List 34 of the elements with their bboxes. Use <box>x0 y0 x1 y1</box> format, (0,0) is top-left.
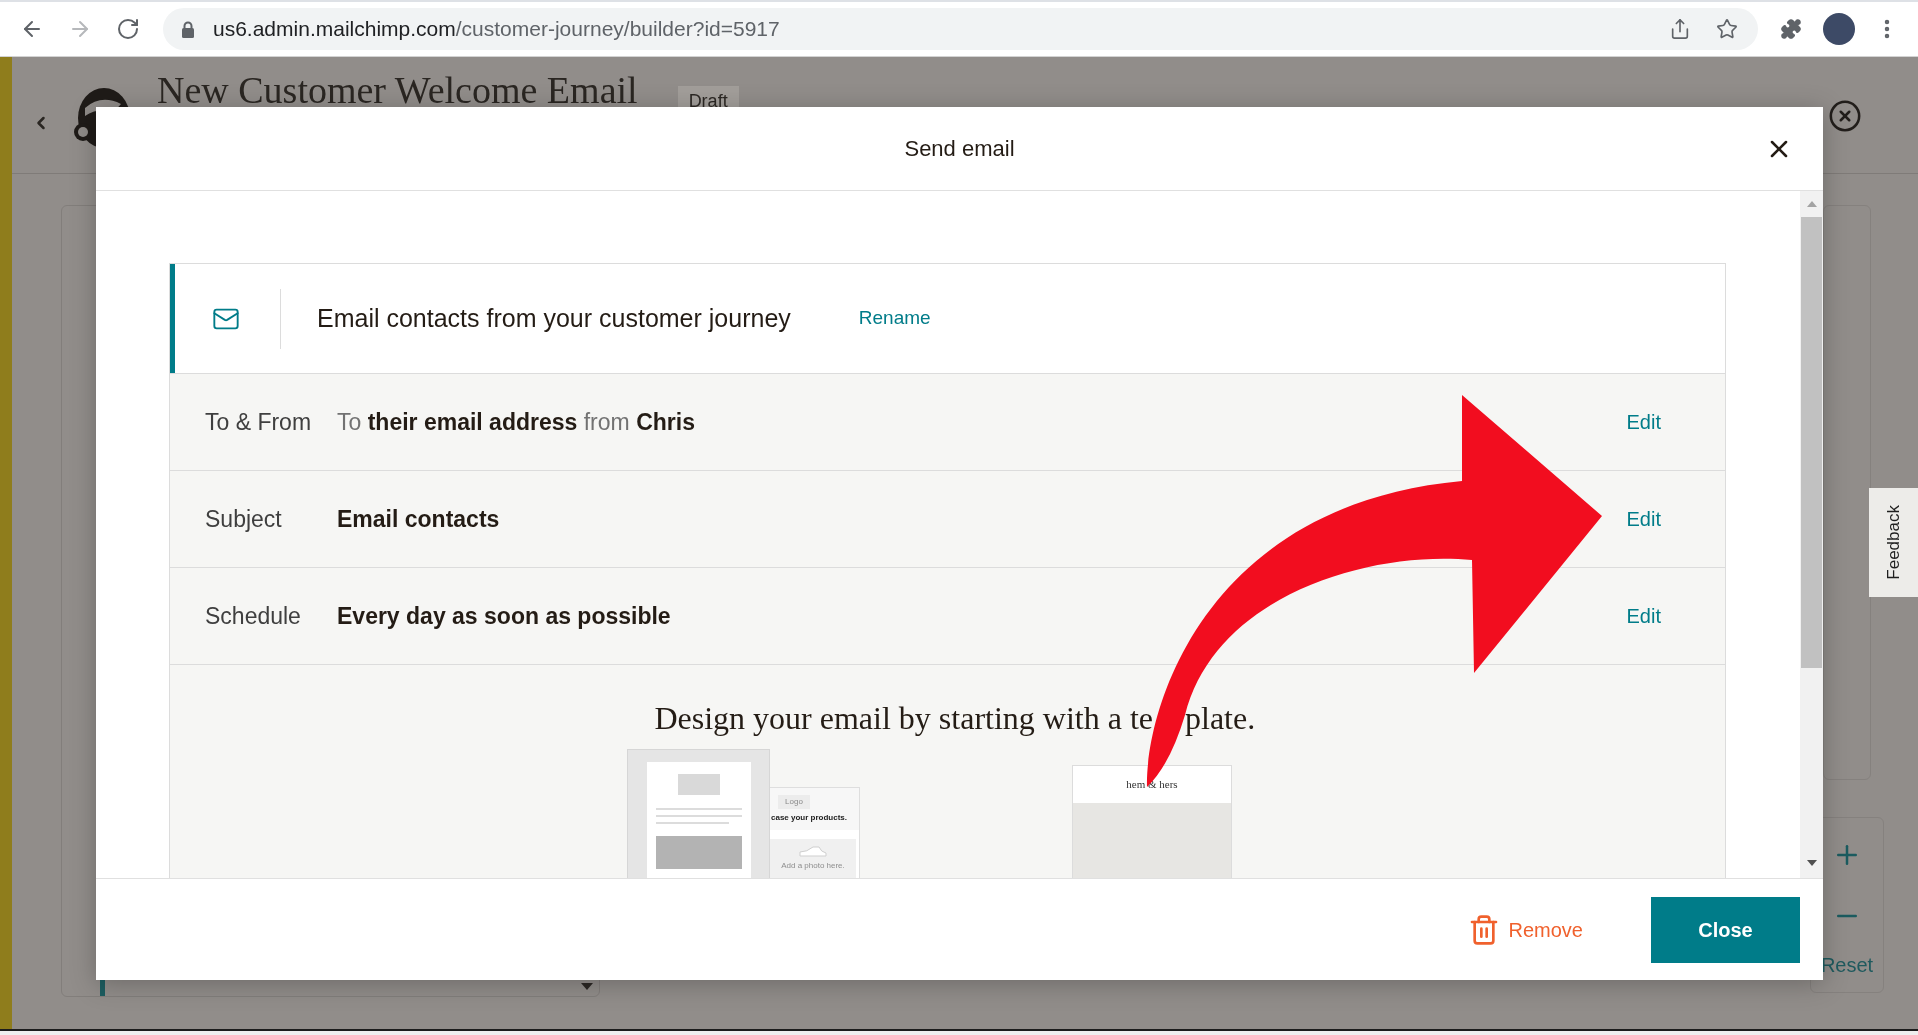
caret-icon[interactable] <box>581 983 593 990</box>
template-preview[interactable]: Logo case your products. Add a photo here. <box>770 787 860 878</box>
field-label: Subject <box>205 504 283 534</box>
feedback-tab[interactable]: Feedback <box>1869 488 1918 597</box>
close-button[interactable]: Close <box>1651 896 1800 963</box>
scrollbar-thumb[interactable] <box>1801 217 1822 668</box>
field-label: To & From <box>205 407 313 437</box>
remove-button[interactable]: Remove <box>1467 911 1583 948</box>
reload-icon[interactable] <box>116 17 140 41</box>
scroll-down-icon[interactable] <box>1806 860 1817 866</box>
edit-link[interactable]: Edit <box>1626 407 1661 437</box>
field-label: Schedule <box>205 601 302 631</box>
heading-text: plate. <box>1185 699 1256 737</box>
shoe-icon <box>799 844 827 858</box>
field-value: Every day as soon as possible <box>337 601 671 631</box>
edit-link[interactable]: Edit <box>1626 504 1661 534</box>
field-value: To their email address from Chris <box>337 407 695 437</box>
heading-text: Design your email by starting with a te <box>654 699 1153 737</box>
star-icon[interactable] <box>1716 18 1738 40</box>
scrollbar-track[interactable] <box>1800 191 1823 878</box>
extensions-icon[interactable] <box>1780 18 1802 40</box>
step-title: Email contacts from your customer journey <box>317 302 791 334</box>
address-bar[interactable]: us6.admin.mailchimp.com/customer-journey/builder?id=5917 <box>163 8 1758 50</box>
share-icon[interactable] <box>1669 18 1691 40</box>
lock-icon <box>181 20 195 38</box>
logo-placeholder: Logo <box>778 795 810 809</box>
avatar[interactable] <box>1823 13 1855 45</box>
dialog-title: Send email <box>904 135 1015 163</box>
template-headline: case your products. <box>771 813 849 823</box>
photo-hint: Add a photo here. <box>781 861 845 871</box>
rename-link[interactable]: Rename <box>858 304 931 333</box>
edit-link[interactable]: Edit <box>1626 601 1661 631</box>
journey-title: New Customer Welcome Email <box>157 74 638 106</box>
field-value: Email contacts <box>337 504 500 534</box>
